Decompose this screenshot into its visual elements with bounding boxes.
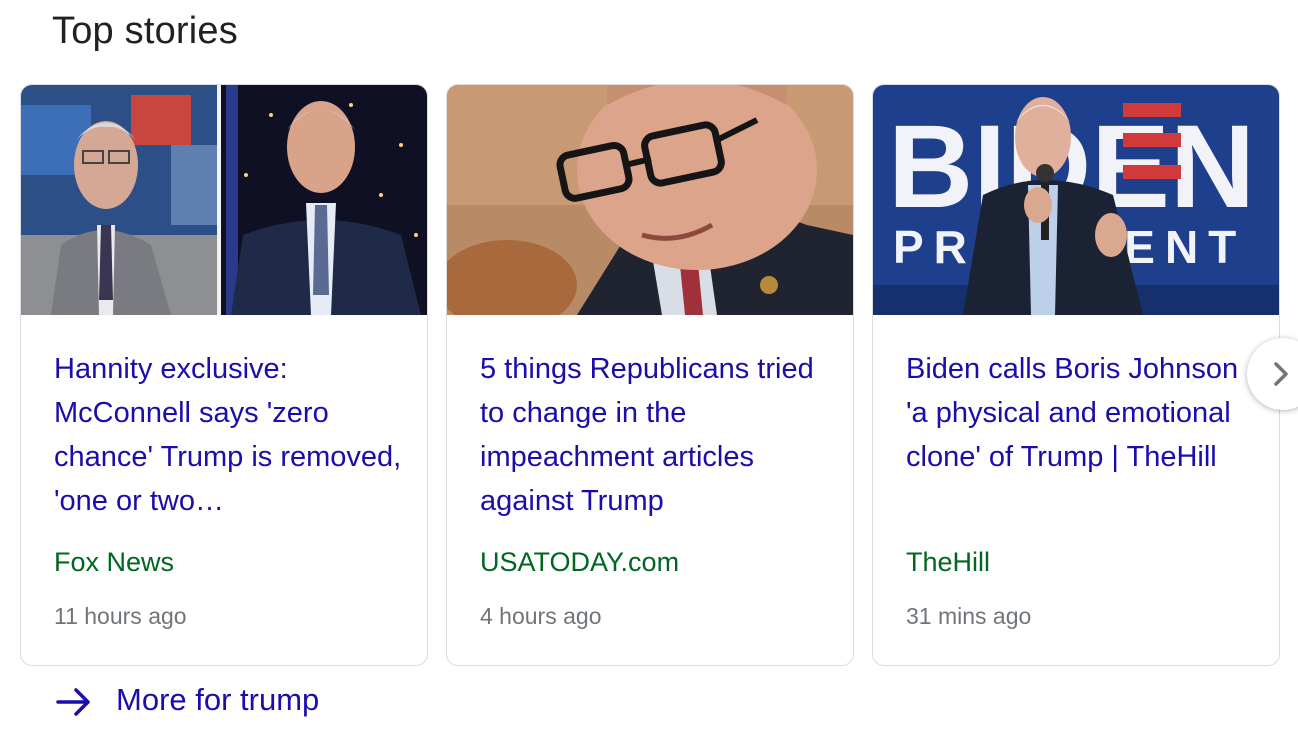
story-card[interactable]: Hannity exclusive: McConnell says 'zero … (20, 84, 428, 666)
story-title[interactable]: Biden calls Boris Johnson 'a physical an… (906, 347, 1256, 523)
story-thumbnail[interactable] (21, 85, 427, 315)
story-source: USATODAY.com (480, 547, 680, 577)
story-thumbnail[interactable] (447, 85, 853, 315)
top-stories-carousel: Hannity exclusive: McConnell says 'zero … (20, 84, 1280, 666)
story-title[interactable]: Hannity exclusive: McConnell says 'zero … (54, 347, 404, 523)
arrow-right-icon (56, 686, 92, 723)
story-card[interactable]: BIDEN PRESIDENT Biden calls Boris Johnso… (872, 84, 1280, 666)
story-time: 31 mins ago (906, 603, 1032, 629)
section-heading: Top stories (52, 10, 238, 52)
more-stories-label[interactable]: More for trump (116, 682, 319, 718)
story-title[interactable]: 5 things Republicans tried to change in … (480, 347, 830, 523)
story-source: Fox News (54, 547, 175, 577)
story-card[interactable]: 5 things Republicans tried to change in … (446, 84, 854, 666)
story-time: 4 hours ago (480, 603, 602, 629)
story-time: 11 hours ago (54, 603, 187, 629)
story-source: TheHill (906, 547, 991, 577)
story-thumbnail[interactable]: BIDEN PRESIDENT (873, 85, 1279, 315)
